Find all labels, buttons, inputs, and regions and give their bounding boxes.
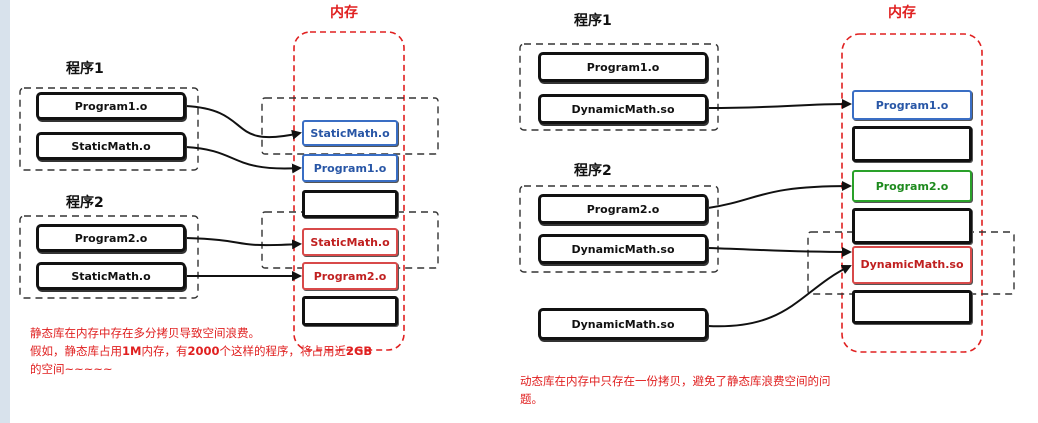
left-arrow-3 [185, 237, 302, 250]
right-mem-block-1: Program1.o [852, 90, 972, 120]
left-note-line1: 静态库在内存中存在多分拷贝导致空间浪费。 [30, 326, 260, 340]
left-p2-file-program2: Program2.o [36, 224, 186, 252]
right-program2-label: 程序2 [574, 163, 612, 179]
left-p2-file-staticmath: StaticMath.o [36, 262, 186, 290]
left-arrow-2 [185, 146, 302, 174]
left-p1-file-staticmath: StaticMath.o [36, 132, 186, 160]
right-p1-file-program1: Program1.o [538, 52, 708, 82]
left-note-line3: 的空间~~~~~ [30, 362, 113, 376]
left-mem-block-1: StaticMath.o [302, 120, 398, 146]
left-program1-label: 程序1 [66, 61, 104, 77]
left-arrow-1 [185, 105, 302, 140]
left-note-line2: 假如，静态库占用1M内存，有2000个这样的程序，将占用近2GB [30, 344, 373, 358]
left-mem-block-4: StaticMath.o [302, 228, 398, 256]
right-note-line1: 动态库在内存中只存在一份拷贝，避免了静态库浪费空间的问 [520, 374, 831, 388]
right-p2-file-dynamicmath: DynamicMath.so [538, 234, 708, 264]
left-memory-title: 内存 [330, 5, 358, 21]
left-p1-file-program1: Program1.o [36, 92, 186, 120]
right-memory-title: 内存 [888, 5, 916, 21]
right-arrow-2 [707, 181, 852, 209]
right-mem-block-2 [852, 126, 972, 162]
left-mem-block-5: Program2.o [302, 262, 398, 290]
right-mem-block-4 [852, 208, 972, 244]
right-arrow-4 [707, 264, 852, 328]
right-mem-block-3: Program2.o [852, 170, 972, 202]
right-p1-file-dynamicmath: DynamicMath.so [538, 94, 708, 124]
right-note: 动态库在内存中只存在一份拷贝，避免了静态库浪费空间的问 题。 [520, 372, 1020, 408]
right-program1-label: 程序1 [574, 13, 612, 29]
right-mem-block-5: DynamicMath.so [852, 246, 972, 284]
right-arrow-1 [707, 99, 852, 110]
left-mem-block-2: Program1.o [302, 154, 398, 182]
right-note-line2: 题。 [520, 392, 543, 406]
right-arrow-3 [707, 246, 852, 257]
right-mem-block-6 [852, 290, 972, 324]
left-note: 静态库在内存中存在多分拷贝导致空间浪费。 假如，静态库占用1M内存，有2000个… [30, 324, 470, 378]
right-shared-dynamicmath: DynamicMath.so [538, 308, 708, 340]
left-mem-block-3 [302, 190, 398, 218]
left-mem-block-6 [302, 296, 398, 326]
right-p2-file-program2: Program2.o [538, 194, 708, 224]
left-program2-label: 程序2 [66, 195, 104, 211]
